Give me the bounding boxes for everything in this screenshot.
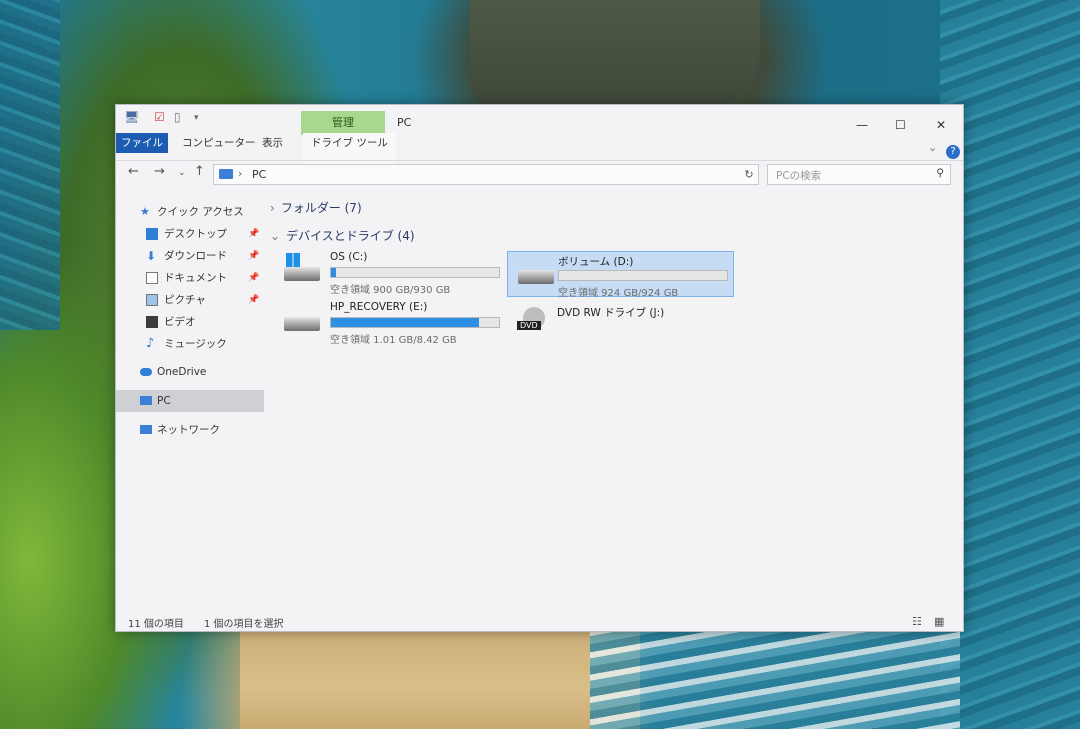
- large-icons-view-icon[interactable]: ▦: [934, 615, 944, 628]
- computer-icon[interactable]: 🖥: [124, 110, 139, 124]
- drive-e[interactable]: HP_RECOVERY (E:) 空き領域 1.01 GB/8.42 GB: [274, 299, 504, 346]
- search-icon[interactable]: ⚲: [936, 167, 944, 179]
- title-bar: 🖥 ☑ ▯ ▾ 管理 PC — ☐ ✕: [116, 105, 963, 135]
- drive-j[interactable]: DVD DVD RW ドライブ (J:): [507, 303, 734, 349]
- pin-icon[interactable]: 📌: [248, 223, 259, 245]
- close-button[interactable]: ✕: [936, 118, 946, 132]
- drive-c[interactable]: OS (C:) 空き領域 900 GB/930 GB: [274, 249, 504, 296]
- status-selected-count: 1 個の項目を選択: [204, 619, 284, 630]
- status-bar: 11 個の項目 1 個の項目を選択 ☷ ▦: [116, 611, 963, 631]
- document-icon: [146, 272, 158, 284]
- window-title: PC: [397, 116, 412, 129]
- tab-computer[interactable]: コンピューター: [174, 133, 264, 153]
- forward-arrow-icon[interactable]: →: [154, 164, 165, 179]
- sidebar-item-videos[interactable]: ビデオ: [116, 311, 264, 333]
- refresh-icon[interactable]: ↻: [739, 164, 759, 185]
- download-icon: ⬇: [146, 249, 157, 263]
- cloud-icon: [140, 368, 152, 376]
- dvd-drive-icon: DVD: [517, 307, 547, 337]
- star-icon: ★: [140, 205, 150, 218]
- quick-access-dropdown-icon[interactable]: ▾: [194, 113, 199, 123]
- drive-usage-bar: [330, 267, 500, 278]
- music-icon: ♪: [146, 336, 155, 351]
- file-explorer-window: 🖥 ☑ ▯ ▾ 管理 PC — ☐ ✕ ファイル コンピューター 表示 ドライブ…: [115, 104, 964, 632]
- pictures-icon: [146, 294, 158, 306]
- drive-usage-bar: [558, 270, 728, 281]
- hard-drive-icon: [284, 317, 320, 331]
- windows-logo-icon: [286, 253, 300, 267]
- drive-free-space: 空き領域 924 GB/924 GB: [558, 288, 679, 299]
- drive-name: ボリューム (D:): [558, 256, 634, 268]
- ribbon-expand-icon[interactable]: ⌄: [928, 141, 937, 154]
- sidebar-item-quick-access[interactable]: ★ クイック アクセス: [116, 201, 264, 223]
- details-view-icon[interactable]: ☷: [912, 615, 922, 628]
- maximize-button[interactable]: ☐: [895, 118, 906, 132]
- group-devices-and-drives[interactable]: ⌄ デバイスとドライブ (4): [270, 227, 415, 244]
- drive-name: OS (C:): [330, 251, 368, 263]
- status-item-count: 11 個の項目: [128, 619, 184, 630]
- up-arrow-icon[interactable]: ↑: [194, 164, 205, 179]
- wallpaper-beach: [240, 630, 640, 729]
- breadcrumb-separator: ›: [238, 167, 243, 180]
- network-icon: [140, 425, 152, 434]
- video-icon: [146, 316, 158, 328]
- search-input[interactable]: PCの検索 ⚲: [767, 164, 951, 185]
- drive-free-space: 空き領域 900 GB/930 GB: [330, 285, 451, 296]
- drive-usage-bar: [330, 317, 500, 328]
- chevron-down-icon: ⌄: [270, 229, 281, 243]
- drive-usage-fill: [331, 318, 479, 327]
- pin-icon[interactable]: 📌: [248, 245, 259, 267]
- navigation-pane: ★ クイック アクセス デスクトップ 📌 ⬇ ダウンロード 📌 ドキュメント 📌…: [116, 195, 264, 615]
- sidebar-item-desktop[interactable]: デスクトップ 📌: [116, 223, 264, 245]
- pc-icon: [140, 396, 152, 405]
- sidebar-item-music[interactable]: ♪ ミュージック: [116, 333, 264, 355]
- pin-icon[interactable]: 📌: [248, 267, 259, 289]
- sidebar-item-documents[interactable]: ドキュメント 📌: [116, 267, 264, 289]
- wallpaper-surf: [590, 630, 960, 729]
- tab-file[interactable]: ファイル: [116, 133, 168, 153]
- breadcrumb-pc[interactable]: PC: [252, 168, 266, 181]
- wallpaper-cliff: [470, 0, 760, 110]
- pc-icon: [219, 169, 233, 179]
- search-placeholder: PCの検索: [776, 170, 822, 182]
- address-bar[interactable]: › PC ⌄: [213, 164, 836, 185]
- tab-view[interactable]: 表示: [254, 133, 291, 153]
- sidebar-item-pc[interactable]: PC: [116, 390, 264, 412]
- hard-drive-icon: [518, 270, 554, 284]
- properties-icon[interactable]: ☑: [154, 110, 165, 124]
- drive-usage-fill: [331, 268, 337, 277]
- sidebar-item-downloads[interactable]: ⬇ ダウンロード 📌: [116, 245, 264, 267]
- chevron-right-icon: ›: [270, 201, 275, 215]
- ribbon-tabs: ファイル コンピューター 表示 ドライブ ツール: [116, 133, 963, 179]
- back-arrow-icon[interactable]: ←: [128, 164, 139, 179]
- help-icon[interactable]: ?: [946, 145, 960, 159]
- group-folders[interactable]: › フォルダー (7): [270, 199, 362, 216]
- drive-d[interactable]: ボリューム (D:) 空き領域 924 GB/924 GB: [507, 251, 734, 299]
- sidebar-item-onedrive[interactable]: OneDrive: [116, 361, 264, 383]
- new-folder-icon[interactable]: ▯: [174, 110, 181, 124]
- desktop-icon: [146, 228, 158, 240]
- minimize-button[interactable]: —: [856, 118, 868, 132]
- sidebar-item-pictures[interactable]: ピクチャ 📌: [116, 289, 264, 311]
- pin-icon[interactable]: 📌: [248, 289, 259, 311]
- hard-drive-icon: [284, 267, 320, 281]
- drive-name: HP_RECOVERY (E:): [330, 301, 428, 313]
- drive-name: DVD RW ドライブ (J:): [557, 307, 665, 319]
- manage-context-tab[interactable]: 管理: [301, 111, 385, 135]
- recent-locations-icon[interactable]: ⌄: [178, 168, 186, 178]
- wallpaper-sea-left: [0, 0, 60, 330]
- sidebar-item-network[interactable]: ネットワーク: [116, 419, 264, 441]
- dvd-label: DVD: [517, 321, 541, 330]
- drive-free-space: 空き領域 1.01 GB/8.42 GB: [330, 335, 457, 346]
